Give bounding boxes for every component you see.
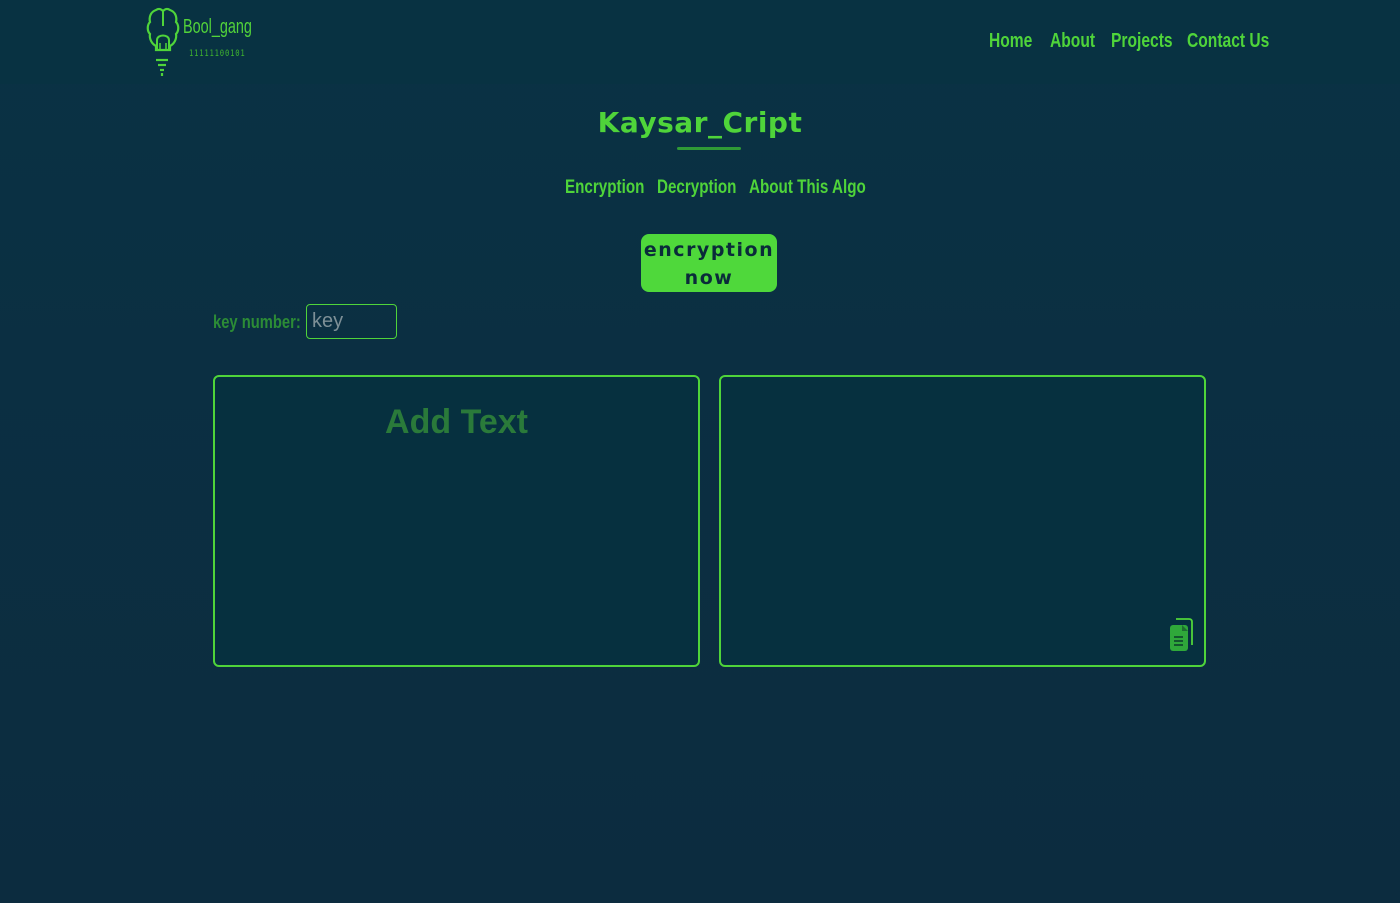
tab-about-this-algo[interactable]: About This Algo bbox=[749, 177, 866, 199]
encryption-now-button[interactable]: encryption now bbox=[641, 234, 777, 292]
lightbulb-brain-icon bbox=[146, 7, 180, 76]
tab-encryption[interactable]: Encryption bbox=[565, 177, 644, 199]
encryption-now-button-line2: now bbox=[684, 266, 734, 289]
key-number-label: key number: bbox=[213, 312, 301, 332]
nav-link-projects[interactable]: Projects bbox=[1111, 30, 1173, 53]
title-underline bbox=[677, 147, 741, 150]
brand-tagline: 11111100101 bbox=[189, 49, 246, 59]
nav-link-about[interactable]: About bbox=[1050, 30, 1095, 53]
input-text-panel bbox=[213, 375, 700, 667]
nav-link-contact-us[interactable]: Contact Us bbox=[1187, 30, 1269, 53]
top-navbar: Bool_gang 11111100101 Home About Project… bbox=[0, 0, 1400, 84]
key-input[interactable] bbox=[306, 304, 397, 339]
input-text-area[interactable] bbox=[215, 377, 698, 665]
algo-tabs: Encryption Decryption About This Algo bbox=[0, 177, 1400, 201]
page: Bool_gang 11111100101 Home About Project… bbox=[0, 0, 1400, 903]
nav-link-home[interactable]: Home bbox=[989, 30, 1032, 53]
encryption-now-button-line1: encryption bbox=[643, 238, 775, 261]
copy-icon[interactable] bbox=[1168, 617, 1194, 653]
output-text-panel bbox=[719, 375, 1206, 667]
brand-name: Bool_gang bbox=[183, 16, 252, 38]
tab-decryption[interactable]: Decryption bbox=[657, 177, 736, 199]
page-title: Kaysar_Cript bbox=[597, 106, 803, 139]
brand-logo[interactable]: Bool_gang 11111100101 bbox=[146, 6, 256, 78]
